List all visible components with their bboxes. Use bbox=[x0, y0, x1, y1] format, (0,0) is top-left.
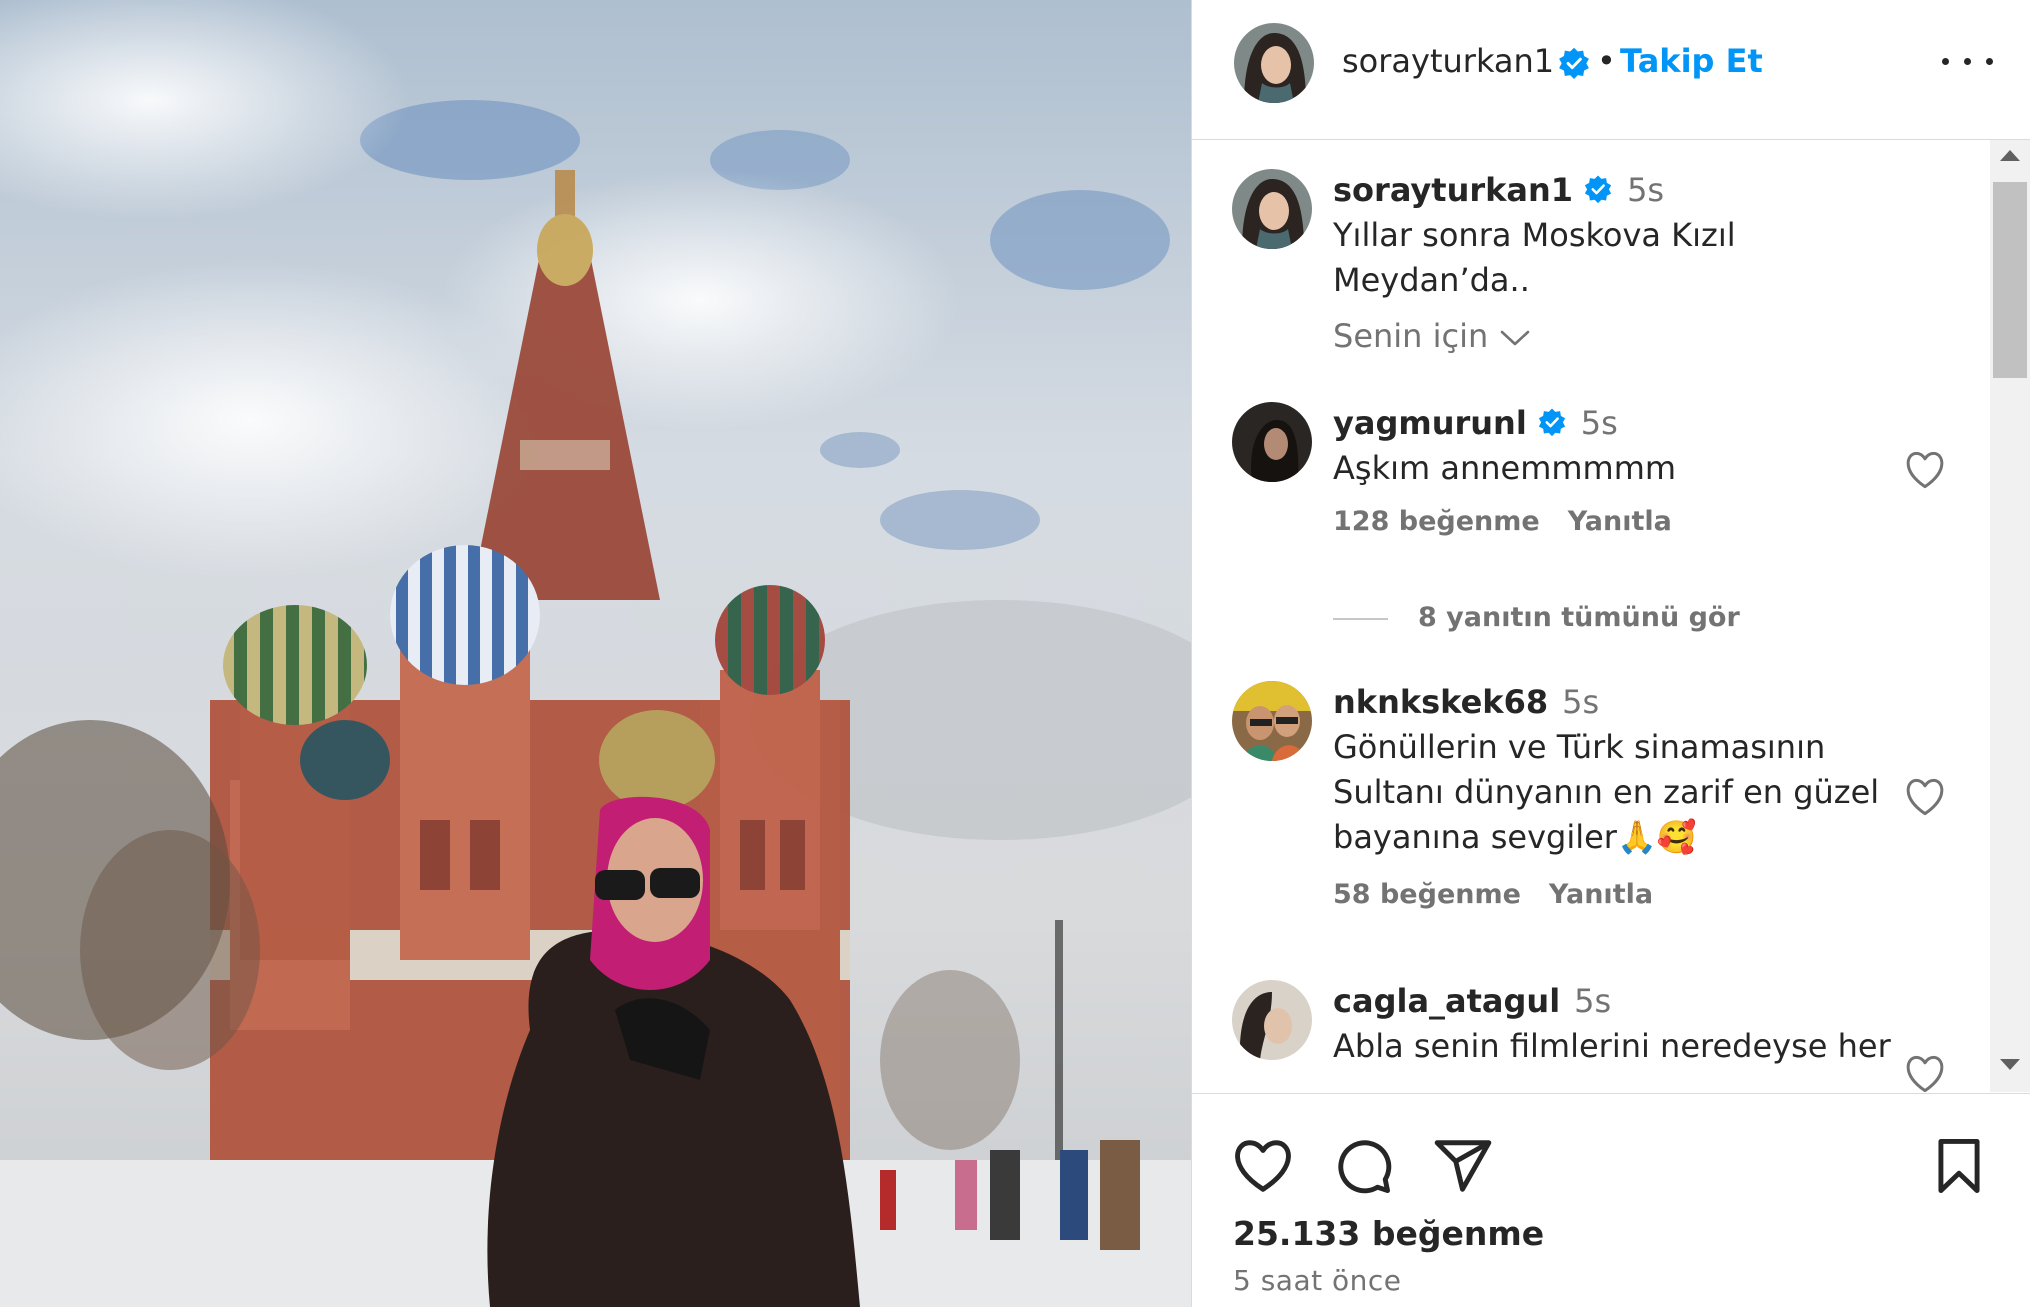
comments-scrollbar[interactable] bbox=[1990, 140, 2030, 1092]
caption-username[interactable]: sorayturkan1 bbox=[1333, 171, 1573, 209]
replies-line bbox=[1333, 617, 1388, 620]
comment-time[interactable]: 5s bbox=[1562, 683, 1599, 721]
comment-username[interactable]: nknkskek68 bbox=[1333, 683, 1548, 721]
comment-likes-count[interactable]: 58 beğenme bbox=[1333, 879, 1521, 910]
verified-badge-icon bbox=[1557, 46, 1591, 80]
bookmark-icon[interactable] bbox=[1928, 1135, 1990, 1197]
commenter-avatar[interactable] bbox=[1232, 980, 1312, 1060]
author-avatar[interactable] bbox=[1234, 23, 1314, 103]
sort-label: Senin için bbox=[1333, 317, 1489, 355]
comment-username[interactable]: cagla_atagul bbox=[1333, 982, 1560, 1020]
author-username[interactable]: sorayturkan1 bbox=[1342, 42, 1554, 80]
post-timestamp[interactable]: 5 saat önce bbox=[1233, 1264, 1402, 1297]
follow-button[interactable]: Takip Et bbox=[1620, 42, 1763, 80]
post-side-panel: sorayturkan1 • Takip Et sorayturkan1 5s … bbox=[1192, 0, 2030, 1307]
post-actions: 25.133 beğenme 5 saat önce bbox=[1192, 1093, 2030, 1308]
more-icon[interactable] bbox=[1938, 44, 1998, 78]
comment-likes-count[interactable]: 128 beğenme bbox=[1333, 506, 1540, 537]
view-replies-button[interactable]: 8 yanıtın tümünü gör bbox=[1333, 602, 1740, 633]
verified-badge-icon bbox=[1583, 174, 1613, 204]
verified-badge-icon bbox=[1537, 407, 1567, 437]
share-icon[interactable] bbox=[1432, 1135, 1494, 1197]
commenter-avatar[interactable] bbox=[1232, 681, 1312, 761]
view-replies-label: 8 yanıtın tümünü gör bbox=[1418, 602, 1740, 633]
comment-time[interactable]: 5s bbox=[1574, 982, 1611, 1020]
comment-text: Aşkım annemmmmm bbox=[1333, 449, 1677, 487]
scroll-down-arrow-icon[interactable] bbox=[2000, 1059, 2020, 1070]
scrollbar-thumb[interactable] bbox=[1993, 182, 2027, 378]
scroll-up-arrow-icon[interactable] bbox=[2000, 150, 2020, 161]
comment-text: Gönüllerin ve Türk sinamasının Sultanı d… bbox=[1333, 728, 1880, 856]
post-likes-count[interactable]: 25.133 beğenme bbox=[1233, 1214, 1544, 1253]
comment-text: Abla senin filmlerini neredeyse her bbox=[1333, 1027, 1891, 1065]
heart-icon[interactable] bbox=[1232, 1135, 1294, 1197]
reply-button[interactable]: Yanıtla bbox=[1568, 506, 1672, 537]
comment-like-heart-icon[interactable] bbox=[1904, 1054, 1946, 1092]
post-photo[interactable] bbox=[0, 0, 1191, 1307]
caption-text: Yıllar sonra Moskova Kızıl Meydan’da.. bbox=[1333, 216, 1736, 299]
chevron-down-icon bbox=[1500, 330, 1530, 346]
author-avatar[interactable] bbox=[1232, 169, 1312, 249]
comments-list[interactable]: sorayturkan1 5s Yıllar sonra Moskova Kızı… bbox=[1192, 140, 1990, 1092]
comment-icon[interactable] bbox=[1332, 1135, 1394, 1197]
post-header: sorayturkan1 • Takip Et bbox=[1192, 0, 2030, 140]
comment-sort-dropdown[interactable]: Senin için bbox=[1333, 317, 1530, 355]
comment-like-heart-icon[interactable] bbox=[1904, 777, 1946, 817]
comment-like-heart-icon[interactable] bbox=[1904, 450, 1946, 490]
caption-time[interactable]: 5s bbox=[1627, 171, 1664, 209]
comment-time[interactable]: 5s bbox=[1581, 404, 1618, 442]
commenter-avatar[interactable] bbox=[1232, 402, 1312, 482]
separator-dot: • bbox=[1597, 42, 1616, 80]
reply-button[interactable]: Yanıtla bbox=[1549, 879, 1653, 910]
comment-username[interactable]: yagmurunl bbox=[1333, 404, 1527, 442]
